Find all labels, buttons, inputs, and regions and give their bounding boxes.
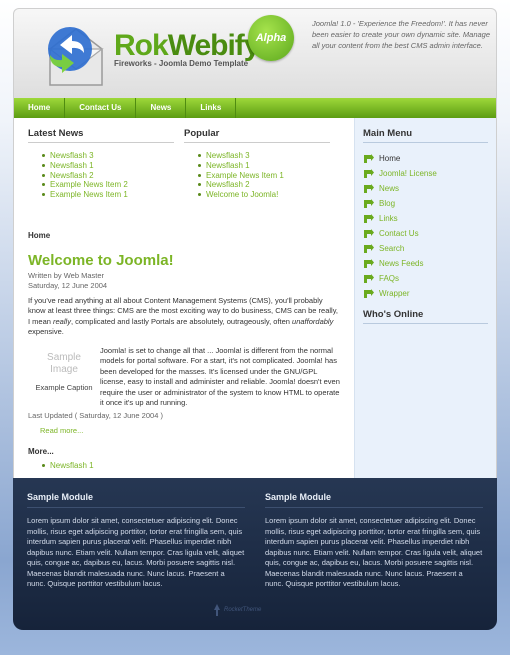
breadcrumb[interactable]: Home (28, 231, 340, 240)
nav-home[interactable]: Home (14, 98, 66, 118)
arrow-icon (364, 198, 374, 208)
sidebar-item-blog[interactable]: Blog (363, 196, 488, 211)
last-updated: Last Updated ( Saturday, 12 June 2004 ) (28, 410, 163, 420)
site-header: RokWebify Alpha Fireworks - Joomla Demo … (13, 8, 497, 98)
sample-image: Sample Image Example Caption (28, 346, 100, 409)
sidebar-item-links[interactable]: Links (363, 211, 488, 226)
arrow-icon (364, 213, 374, 223)
read-more-link[interactable]: Read more... (28, 426, 340, 435)
list-item[interactable]: Newsflash 2 (198, 180, 340, 190)
footer: Sample Module Lorem ipsum dolor sit amet… (13, 478, 497, 630)
sidebar-item-wrapper[interactable]: Wrapper (363, 286, 488, 301)
footer-module-title: Sample Module (265, 492, 483, 508)
popular-module: Popular Newsflash 3 Newsflash 1 Example … (184, 128, 340, 200)
site-logo-text[interactable]: RokWebify (114, 29, 260, 63)
list-item[interactable]: Welcome to Joomla! (198, 190, 340, 200)
alpha-badge: Alpha (248, 15, 294, 61)
latest-news-module: Latest News Newsflash 3 Newsflash 1 News… (28, 128, 184, 200)
page-wrapper: RokWebify Alpha Fireworks - Joomla Demo … (13, 8, 497, 630)
arrow-icon (364, 153, 374, 163)
article-body: Joomla! is set to change all that ... Jo… (100, 345, 340, 408)
main-area: Latest News Newsflash 3 Newsflash 1 News… (13, 118, 497, 478)
arrow-icon (364, 243, 374, 253)
footer-module-title: Sample Module (27, 492, 245, 508)
whos-online-title: Who's Online (363, 309, 488, 324)
list-item[interactable]: Newsflash 2 (42, 171, 184, 181)
footer-module-2: Sample Module Lorem ipsum dolor sit amet… (265, 492, 503, 630)
nav-news[interactable]: News (136, 98, 187, 118)
list-item[interactable]: Example News Item 2 (42, 180, 184, 190)
nav-contact-us[interactable]: Contact Us (65, 98, 137, 118)
article-date: Saturday, 12 June 2004 (28, 280, 108, 290)
arrow-icon (364, 228, 374, 238)
site-subtitle: Fireworks - Joomla Demo Template (114, 59, 249, 68)
arrow-icon (364, 273, 374, 283)
arrow-icon (364, 168, 374, 178)
article-title[interactable]: Welcome to Joomla! (28, 252, 340, 269)
main-nav: Home Contact Us News Links (13, 98, 497, 118)
main-menu-title: Main Menu (363, 128, 488, 143)
rocket-icon (214, 604, 220, 616)
envelope-logo-icon (48, 27, 104, 86)
more-list: Newsflash 1 (28, 461, 340, 471)
sidebar-item-news[interactable]: News (363, 181, 488, 196)
sidebar-item-license[interactable]: Joomla! License (363, 166, 488, 181)
header-blurb: Joomla! 1.0 - 'Experience the Freedom!'.… (312, 19, 491, 50)
arrow-icon (364, 288, 374, 298)
latest-news-title: Latest News (28, 128, 174, 143)
sidebar-item-contact-us[interactable]: Contact Us (363, 226, 488, 241)
popular-list: Newsflash 3 Newsflash 1 Example News Ite… (184, 151, 340, 200)
image-caption: Example Caption (35, 382, 93, 392)
list-item[interactable]: Newsflash 1 (42, 161, 184, 171)
arrow-icon (364, 258, 374, 268)
latest-news-list: Newsflash 3 Newsflash 1 Newsflash 2 Exam… (28, 151, 184, 200)
list-item[interactable]: Example News Item 1 (198, 171, 340, 181)
arrow-icon (364, 183, 374, 193)
popular-title: Popular (184, 128, 330, 143)
list-item[interactable]: Newsflash 3 (198, 151, 340, 161)
list-item[interactable]: Newsflash 1 (42, 461, 340, 471)
list-item[interactable]: Newsflash 1 (198, 161, 340, 171)
sidebar-item-home[interactable]: Home (363, 151, 488, 166)
sidebar-item-faqs[interactable]: FAQs (363, 271, 488, 286)
footer-credit-logo[interactable]: RocketTheme (213, 604, 261, 616)
article-intro: If you've read anything at all about Con… (28, 295, 339, 337)
more-title: More... (28, 446, 54, 456)
article-author: Written by Web Master (28, 270, 104, 280)
content-column: Latest News Newsflash 3 Newsflash 1 News… (14, 118, 354, 478)
list-item[interactable]: Example News Item 1 (42, 190, 184, 200)
nav-links[interactable]: Links (186, 98, 237, 118)
footer-module-text: Lorem ipsum dolor sit amet, consectetuer… (27, 516, 245, 588)
sidebar: Main Menu Home Joomla! License News Blog… (354, 118, 496, 478)
sidebar-item-news-feeds[interactable]: News Feeds (363, 256, 488, 271)
list-item[interactable]: Newsflash 3 (42, 151, 184, 161)
footer-module-text: Lorem ipsum dolor sit amet, consectetuer… (265, 516, 483, 588)
sidebar-item-search[interactable]: Search (363, 241, 488, 256)
